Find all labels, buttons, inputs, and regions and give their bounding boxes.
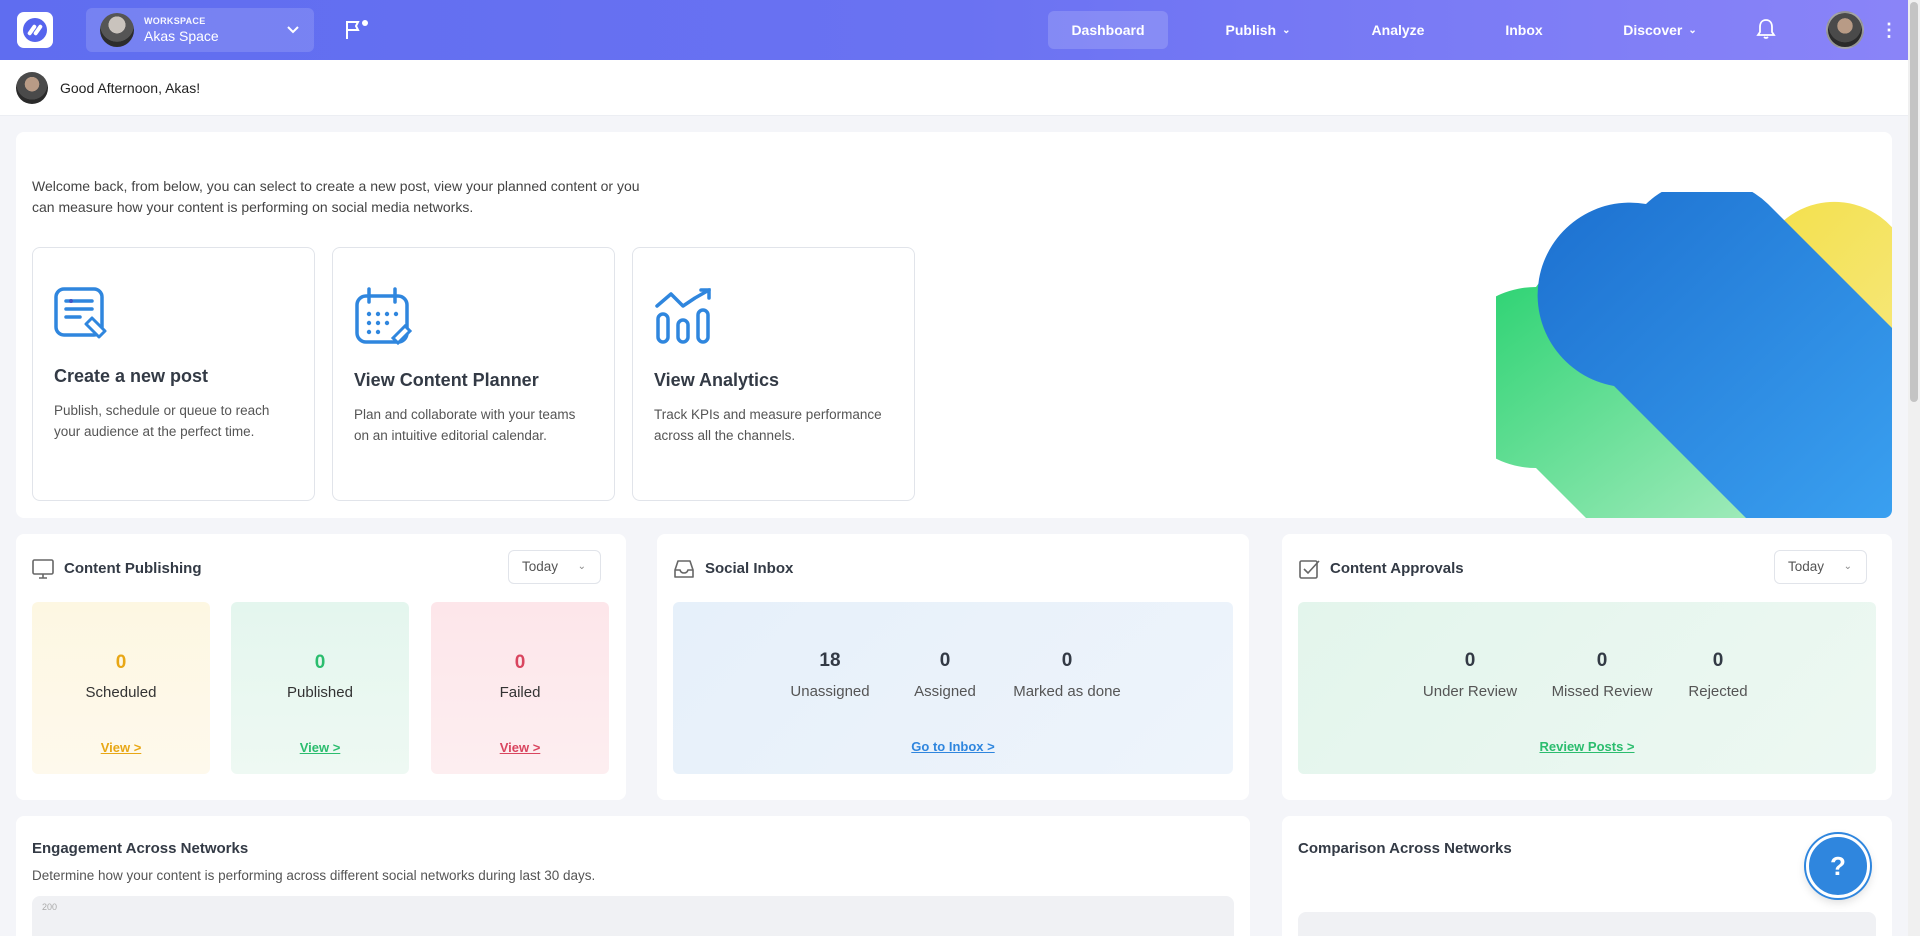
kebab-menu-icon[interactable]: ⋮	[1880, 18, 1898, 42]
workspace-name: Akas Space	[144, 28, 219, 44]
panel-subtitle: Determine how your content is performing…	[32, 868, 596, 883]
content-approvals-panel: Content Approvals Today ⌄ 0 Under Review …	[1282, 534, 1892, 800]
assigned-metric: 0 Assigned	[914, 650, 976, 700]
card-title: View Content Planner	[354, 370, 539, 390]
user-avatar[interactable]	[1826, 11, 1864, 49]
nav-analyze[interactable]: Analyze	[1360, 11, 1436, 49]
decorative-illustration	[1496, 192, 1892, 518]
view-published-link[interactable]: View >	[231, 740, 409, 755]
flag-icon[interactable]	[344, 19, 370, 41]
panel-title: Engagement Across Networks	[32, 840, 249, 857]
rejected-metric: 0 Rejected	[1688, 650, 1748, 700]
inbox-stats-box: 18 Unassigned 0 Assigned 0 Marked as don…	[673, 602, 1233, 774]
unassigned-metric: 18 Unassigned	[790, 650, 870, 700]
nav-dashboard[interactable]: Dashboard	[1048, 11, 1168, 49]
chevron-down-icon: ⌄	[577, 561, 586, 572]
help-button[interactable]: ?	[1806, 834, 1870, 898]
marked-done-metric: 0 Marked as done	[1013, 650, 1121, 700]
comparison-panel: Comparison Across Networks	[1282, 816, 1892, 936]
comparison-chart	[1298, 912, 1876, 936]
create-post-card[interactable]: Create a new post Publish, schedule or q…	[32, 247, 315, 501]
welcome-panel: Welcome back, from below, you can select…	[16, 132, 1892, 518]
bell-icon[interactable]	[1756, 18, 1776, 40]
panel-title: Content Publishing	[64, 560, 202, 577]
checkbox-icon	[1299, 560, 1320, 579]
panel-title: Comparison Across Networks	[1298, 840, 1512, 857]
y-tick-label: 200	[42, 902, 58, 912]
avatar	[16, 72, 48, 104]
create-post-icon	[54, 287, 107, 339]
scheduled-stat: 0 Scheduled View >	[32, 602, 210, 774]
greeting-bar: Good Afternoon, Akas!	[0, 60, 1908, 116]
nav-publish[interactable]: Publish ⌄	[1210, 11, 1306, 49]
view-scheduled-link[interactable]: View >	[32, 740, 210, 755]
social-inbox-panel: Social Inbox 18 Unassigned 0 Assigned 0 …	[657, 534, 1249, 800]
panel-title: Content Approvals	[1330, 560, 1464, 577]
missed-review-metric: 0 Missed Review	[1551, 650, 1653, 700]
chevron-down-icon	[287, 26, 299, 34]
workspace-avatar	[100, 13, 134, 47]
workspace-switcher[interactable]: WORKSPACE Akas Space	[86, 8, 314, 52]
content-planner-card[interactable]: View Content Planner Plan and collaborat…	[332, 247, 615, 501]
top-navigation-bar: WORKSPACE Akas Space Dashboard Publish ⌄ …	[0, 0, 1908, 60]
engagement-chart: 200	[32, 896, 1234, 936]
review-posts-link[interactable]: Review Posts >	[1298, 739, 1876, 754]
analytics-icon	[655, 288, 711, 344]
card-title: Create a new post	[54, 366, 209, 386]
analytics-card[interactable]: View Analytics Track KPIs and measure pe…	[632, 247, 915, 501]
chevron-down-icon: ⌄	[1282, 25, 1291, 37]
nav-discover[interactable]: Discover ⌄	[1612, 11, 1708, 49]
card-description: Track KPIs and measure performance acros…	[654, 407, 882, 443]
under-review-metric: 0 Under Review	[1422, 650, 1518, 700]
chevron-down-icon: ⌄	[1843, 561, 1852, 572]
card-description: Publish, schedule or queue to reach your…	[54, 403, 270, 439]
card-title: View Analytics	[654, 370, 780, 390]
card-description: Plan and collaborate with your teams on …	[354, 407, 576, 443]
workspace-label: WORKSPACE	[144, 16, 206, 26]
content-publishing-panel: Content Publishing Today ⌄ 0 Scheduled Vi…	[16, 534, 626, 800]
published-stat: 0 Published View >	[231, 602, 409, 774]
monitor-icon	[32, 559, 54, 579]
view-failed-link[interactable]: View >	[431, 740, 609, 755]
inbox-icon	[674, 560, 694, 578]
go-to-inbox-link[interactable]: Go to Inbox >	[673, 739, 1233, 754]
page-scrollbar[interactable]	[1908, 0, 1920, 936]
failed-stat: 0 Failed View >	[431, 602, 609, 774]
publishing-period-dropdown[interactable]: Today ⌄	[508, 550, 601, 584]
calendar-icon	[355, 287, 413, 346]
approvals-stats-box: 0 Under Review 0 Missed Review 0 Rejecte…	[1298, 602, 1876, 774]
approvals-period-dropdown[interactable]: Today ⌄	[1774, 550, 1867, 584]
welcome-text: Welcome back, from below, you can select…	[32, 178, 640, 215]
nav-inbox[interactable]: Inbox	[1494, 11, 1554, 49]
chevron-down-icon: ⌄	[1688, 25, 1697, 37]
panel-title: Social Inbox	[705, 560, 794, 577]
greeting-text: Good Afternoon, Akas!	[60, 80, 201, 96]
engagement-panel: Engagement Across Networks Determine how…	[16, 816, 1250, 936]
logo-icon[interactable]	[17, 12, 53, 48]
